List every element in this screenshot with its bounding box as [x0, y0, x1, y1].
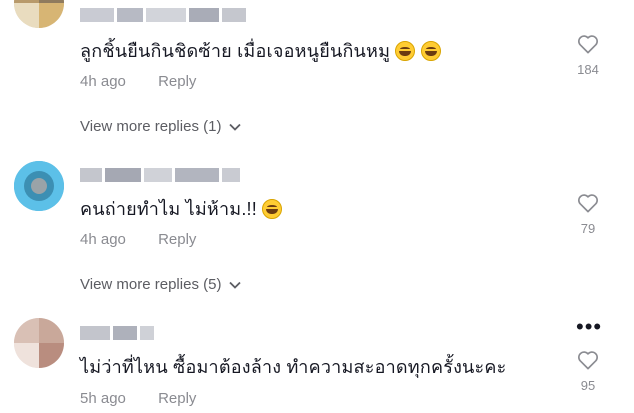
like-group: 95 — [572, 350, 604, 393]
tears-of-joy-emoji — [262, 199, 283, 219]
avatar[interactable] — [14, 318, 64, 368]
comment-time: 4h ago — [80, 73, 126, 90]
heart-outline-icon[interactable] — [577, 193, 599, 213]
reply-button[interactable]: Reply — [158, 73, 196, 90]
comment-text: คนถ่ายทำไม ไม่ห้าม.!! — [80, 194, 283, 223]
like-count: 79 — [580, 221, 596, 236]
like-count: 95 — [580, 378, 596, 393]
comment-meta: 4h ago Reply — [80, 73, 196, 90]
reply-button[interactable]: Reply — [158, 390, 196, 407]
avatar[interactable] — [14, 161, 64, 211]
avatar[interactable] — [14, 0, 64, 28]
like-group: 79 — [572, 193, 604, 236]
like-group: 184 — [572, 34, 604, 77]
heart-outline-icon[interactable] — [577, 350, 599, 370]
comment-time: 5h ago — [80, 390, 126, 407]
heart-outline-icon[interactable] — [577, 34, 599, 54]
comment-meta: 4h ago Reply — [80, 231, 196, 248]
view-more-replies-label: View more replies (1) — [80, 118, 222, 135]
tears-of-joy-emoji — [395, 41, 416, 61]
comment-time: 4h ago — [80, 231, 126, 248]
comment-meta: 5h ago Reply — [80, 390, 196, 407]
view-more-replies-button[interactable]: View more replies (1) — [80, 118, 242, 135]
tears-of-joy-emoji — [420, 41, 441, 61]
username-blurred[interactable] — [80, 168, 240, 182]
chevron-down-icon — [229, 281, 242, 289]
username-blurred[interactable] — [80, 8, 246, 22]
chevron-down-icon — [229, 123, 242, 131]
username-blurred[interactable] — [80, 326, 154, 340]
reply-button[interactable]: Reply — [158, 231, 196, 248]
more-dots-icon[interactable]: ••• — [576, 316, 602, 338]
comment-text: ไม่ว่าที่ไหน ซื้อมาต้องล้าง ทำความสะอาดท… — [80, 357, 507, 377]
view-more-replies-button[interactable]: View more replies (5) — [80, 276, 242, 293]
comment-text: ลูกชิ้นยืนกินชิดซ้าย เมื่อเจอหนูยืนกินหม… — [80, 36, 441, 65]
view-more-replies-label: View more replies (5) — [80, 276, 222, 293]
like-count: 184 — [577, 62, 599, 77]
